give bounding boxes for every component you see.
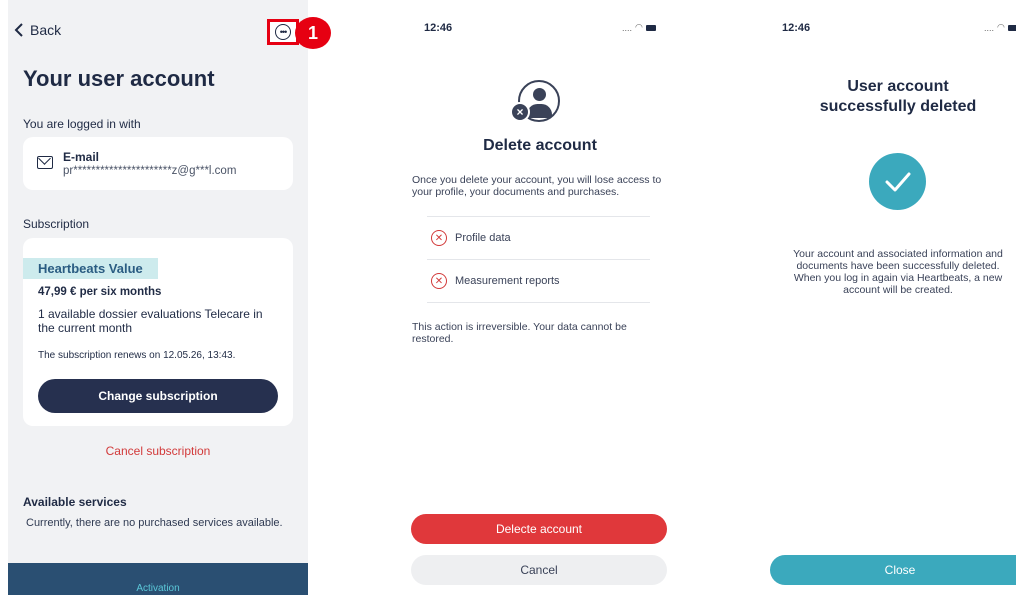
- cancel-subscription-link[interactable]: Cancel subscription: [8, 444, 308, 458]
- login-card: E-mail pr**********************z@g***l.c…: [23, 137, 293, 190]
- cancel-button[interactable]: Cancel: [411, 555, 667, 585]
- chevron-left-icon: [14, 23, 23, 37]
- login-email: pr**********************z@g***l.com: [63, 165, 237, 177]
- irreversible-note: This action is irreversible. Your data c…: [412, 321, 627, 345]
- wifi-icon: ◠: [635, 22, 643, 32]
- status-icons: .... ◠: [622, 22, 656, 33]
- change-subscription-button[interactable]: Change subscription: [38, 379, 278, 413]
- divider: [427, 302, 650, 303]
- step-badge: 1: [295, 17, 331, 49]
- delete-account-screen: 12:46 .... ◠ × Delete account Once you d…: [402, 0, 674, 595]
- check-icon: [869, 153, 926, 210]
- plan-price: 47,99 € per six months: [38, 286, 162, 298]
- status-icons: .... ◠: [984, 22, 1016, 33]
- delete-account-title: Delete account: [483, 137, 597, 154]
- account-deleted-screen: 12:46 .... ◠ User account successfully d…: [762, 0, 1016, 595]
- delete-user-icon: ×: [510, 80, 560, 126]
- plan-badge: Heartbeats Value: [23, 258, 158, 279]
- battery-icon: [1007, 24, 1016, 31]
- services-title: Available services: [23, 495, 127, 509]
- back-button[interactable]: Back: [14, 22, 61, 38]
- x-circle-icon: ✕: [431, 230, 447, 246]
- signal-icon: ....: [984, 22, 995, 33]
- services-text: Currently, there are no purchased servic…: [26, 517, 283, 529]
- success-title-line1: User account: [847, 78, 949, 95]
- status-time: 12:46: [424, 22, 453, 34]
- back-label: Back: [30, 22, 62, 38]
- list-item: ✕ Measurement reports: [427, 260, 650, 302]
- logged-in-label: You are logged in with: [23, 117, 141, 131]
- list-item-label: Measurement reports: [455, 275, 560, 287]
- page-title: Your user account: [23, 66, 215, 91]
- signal-icon: ....: [622, 22, 633, 33]
- activation-link[interactable]: Activation: [8, 583, 308, 594]
- x-circle-icon: ✕: [431, 273, 447, 289]
- subscription-card: Heartbeats Value 47,99 € per six months …: [23, 238, 293, 426]
- list-item: ✕ Profile data: [427, 217, 650, 259]
- subscription-label: Subscription: [23, 217, 90, 231]
- login-method: E-mail: [63, 150, 100, 164]
- battery-icon: [645, 24, 656, 31]
- status-time: 12:46: [782, 22, 811, 34]
- more-horizontal-icon: •••: [275, 24, 291, 40]
- success-title: User account successfully deleted: [782, 77, 1014, 117]
- wifi-icon: ◠: [997, 22, 1005, 32]
- x-icon: ×: [510, 102, 530, 122]
- delete-account-button[interactable]: Delecte account: [411, 514, 667, 544]
- delete-intro-text: Once you delete your account, you will l…: [412, 174, 662, 198]
- renewal-info: The subscription renews on 12.05.26, 13:…: [38, 350, 236, 361]
- top-bar: Back •••: [8, 0, 308, 52]
- success-text: Your account and associated information …: [793, 248, 1003, 296]
- list-item-label: Profile data: [455, 232, 511, 244]
- mail-icon: [37, 156, 53, 169]
- close-button[interactable]: Close: [770, 555, 1016, 585]
- success-title-line2: successfully deleted: [819, 98, 977, 115]
- plan-description: 1 available dossier evaluations Telecare…: [38, 307, 263, 335]
- account-screen: Back ••• Your user account You are logge…: [8, 0, 308, 595]
